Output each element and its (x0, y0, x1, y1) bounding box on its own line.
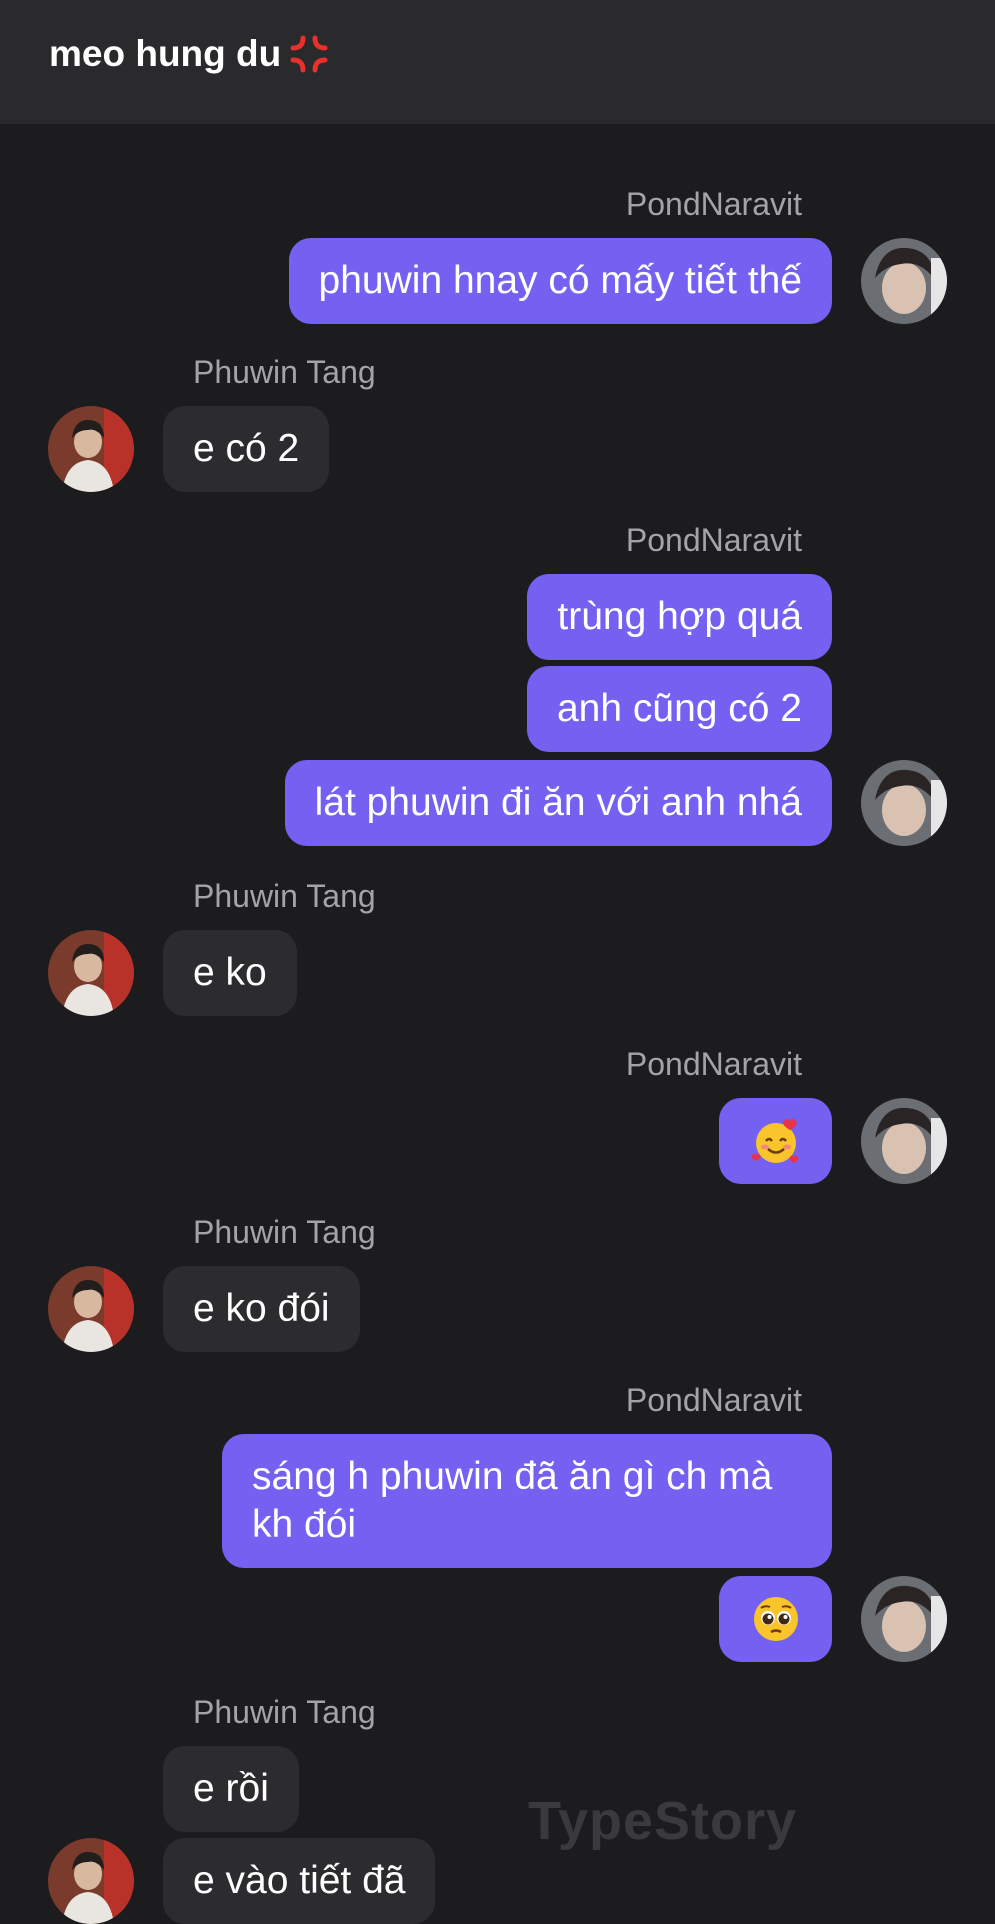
smiling-face-with-hearts-icon (751, 1119, 798, 1163)
anger-symbol-icon (290, 35, 328, 73)
chat-title-text: meo hung du (49, 33, 282, 74)
message-bubble-outgoing[interactable]: sáng h phuwin đã ăn gì ch mà kh đói (222, 1434, 832, 1568)
sender-name: PondNaravit (625, 186, 802, 222)
sender-name: Phuwin Tang (193, 1694, 376, 1730)
message-bubble-outgoing[interactable]: anh cũng có 2 (526, 666, 832, 752)
avatar-phuwin-tang[interactable] (48, 1266, 134, 1352)
sender-name: PondNaravit (625, 1046, 802, 1082)
message-bubble-outgoing[interactable]: trùng hợp quá (527, 574, 832, 660)
message-bubble-outgoing[interactable] (719, 1098, 832, 1184)
avatar-pondnaravit[interactable] (861, 1098, 947, 1184)
message-bubble-incoming[interactable]: e ko đói (163, 1266, 360, 1352)
message-bubble-incoming[interactable]: e rồi (163, 1746, 299, 1832)
avatar-pondnaravit[interactable] (861, 238, 947, 324)
avatar-pondnaravit[interactable] (861, 1576, 947, 1662)
message-bubble-outgoing[interactable]: lát phuwin đi ăn với anh nhá (284, 760, 832, 846)
chat-header: meo hung du (0, 0, 995, 124)
message-bubble-outgoing[interactable] (719, 1576, 832, 1662)
message-bubble-outgoing[interactable]: phuwin hnay có mấy tiết thế (288, 238, 832, 324)
sender-name: PondNaravit (625, 522, 802, 558)
sender-name: Phuwin Tang (193, 1214, 376, 1250)
message-list[interactable]: PondNaravit phuwin hnay có mấy tiết thế … (0, 124, 995, 1924)
chat-title[interactable]: meo hung du (49, 30, 331, 78)
avatar-phuwin-tang[interactable] (48, 406, 134, 492)
sender-name: PondNaravit (625, 1382, 802, 1418)
watermark: TypeStory (528, 1791, 798, 1851)
avatar-pondnaravit[interactable] (861, 760, 947, 846)
pleading-face-icon (753, 1597, 798, 1641)
message-bubble-incoming[interactable]: e vào tiết đã (163, 1838, 436, 1924)
message-bubble-incoming[interactable]: e có 2 (163, 406, 330, 492)
message-bubble-incoming[interactable]: e ko (163, 930, 297, 1016)
avatar-phuwin-tang[interactable] (48, 1838, 134, 1924)
sender-name: Phuwin Tang (193, 354, 376, 390)
avatar-phuwin-tang[interactable] (48, 930, 134, 1016)
sender-name: Phuwin Tang (193, 878, 376, 914)
